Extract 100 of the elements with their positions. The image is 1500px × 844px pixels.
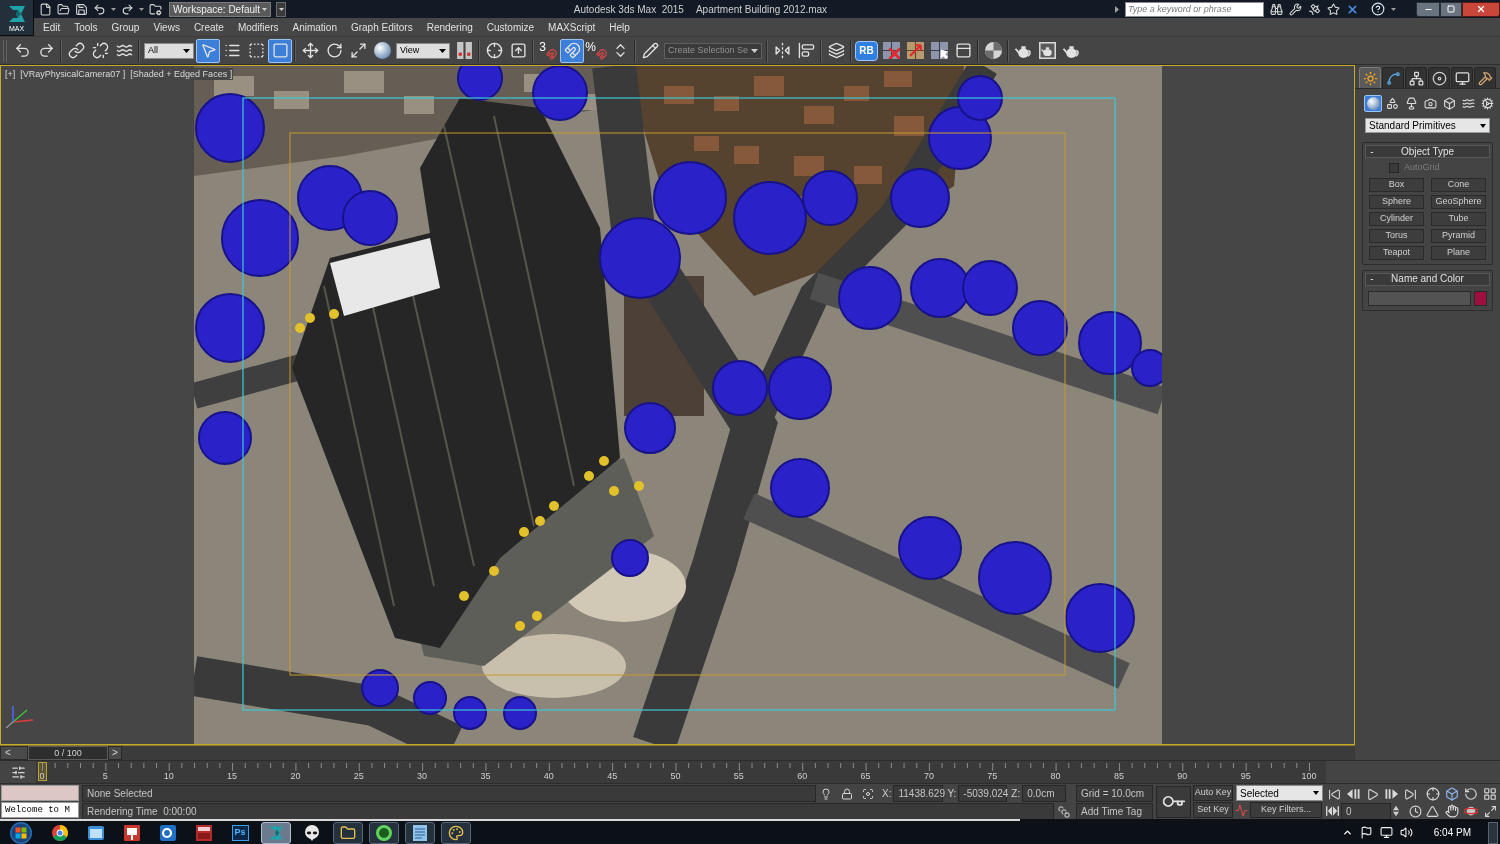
object-type-button[interactable]: Plane <box>1431 245 1486 260</box>
panel-tab[interactable] <box>1428 67 1450 88</box>
crosshair-icon[interactable] <box>1425 787 1440 801</box>
coordinate-field[interactable]: -5039.024 <box>958 785 1008 802</box>
previous-frame-button[interactable]: < <box>0 746 28 760</box>
menu-item[interactable]: Customize <box>486 19 535 35</box>
panel-tab[interactable] <box>1474 67 1496 88</box>
menu-item[interactable]: Graph Editors <box>350 19 413 35</box>
cube-icon[interactable] <box>1444 787 1459 801</box>
focus-frame-icon[interactable] <box>861 787 874 800</box>
menu-item[interactable]: Animation <box>292 19 337 35</box>
undo-icon[interactable] <box>93 2 106 16</box>
orbit-sphere-icon[interactable] <box>1464 804 1479 818</box>
viewport-label[interactable]: [Shaded + Edged Faces ] <box>129 68 234 80</box>
maximize-button[interactable] <box>1440 1 1462 17</box>
wrench-icon[interactable] <box>1289 2 1302 16</box>
folder-open-icon[interactable] <box>57 2 70 16</box>
grid-icon[interactable] <box>1483 787 1498 801</box>
x-icon[interactable] <box>1346 2 1359 16</box>
toolbar-button[interactable] <box>196 38 220 63</box>
rollout-header[interactable]: - Object Type <box>1365 145 1490 158</box>
category-button[interactable] <box>1478 95 1496 112</box>
set-key-button[interactable] <box>1155 785 1191 818</box>
auto-key-button[interactable]: Auto Key <box>1193 785 1233 801</box>
flag-icon[interactable] <box>1359 826 1373 839</box>
panel-tab[interactable] <box>1451 67 1473 88</box>
satellite-icon[interactable] <box>1308 2 1321 16</box>
sliders-icon[interactable] <box>10 764 26 780</box>
spinner-icon[interactable] <box>1393 805 1399 817</box>
menu-item[interactable]: Modifiers <box>237 19 279 35</box>
ring-tile-icon[interactable] <box>160 824 176 841</box>
start-orb-icon[interactable] <box>10 821 32 844</box>
object-type-button[interactable]: Teapot <box>1369 245 1424 260</box>
taskbar-button[interactable] <box>333 821 363 844</box>
key-filters-button[interactable]: Key Filters... <box>1250 802 1322 818</box>
viewport-label[interactable]: [+] <box>4 68 17 80</box>
clock-icon[interactable] <box>1409 804 1422 818</box>
current-frame-marker[interactable] <box>37 762 47 781</box>
triangle-icon[interactable] <box>1425 804 1439 818</box>
time-slider-track[interactable]: < 0 / 100 > <box>0 745 1355 760</box>
window-icon[interactable] <box>88 824 104 841</box>
menu-item[interactable]: Rendering <box>426 19 473 35</box>
binoculars-icon[interactable] <box>1270 2 1283 16</box>
orbit-arrow-icon[interactable] <box>1464 787 1479 801</box>
taskbar-button[interactable] <box>441 821 471 844</box>
book-icon[interactable] <box>196 824 212 841</box>
viewport[interactable]: [+] [VRayPhysicalCamera07 ] [Shaded + Edged Faces ] <box>0 65 1355 745</box>
next-frame-button[interactable]: > <box>108 746 122 760</box>
toolbar-button[interactable] <box>268 38 292 63</box>
round-logo-icon[interactable] <box>52 824 68 841</box>
key-mode-icon[interactable] <box>1326 806 1339 816</box>
object-type-button[interactable]: Tube <box>1431 211 1486 226</box>
object-type-button[interactable]: Cone <box>1431 177 1486 192</box>
snap-toggle-button[interactable]: % <box>584 38 608 63</box>
coordinate-field[interactable]: 11438.629 <box>893 785 944 802</box>
quick-access-menu-button[interactable] <box>276 1 286 17</box>
new-file-icon[interactable] <box>39 2 52 16</box>
redo-icon[interactable] <box>121 2 134 16</box>
toolbar-dropdown[interactable]: All <box>144 42 194 59</box>
rollout-toggle[interactable]: - <box>1366 274 1378 284</box>
taskbar-button[interactable] <box>261 821 291 844</box>
lightbulb-icon[interactable] <box>820 787 833 800</box>
current-frame-field[interactable]: 0 <box>1341 802 1391 820</box>
object-type-button[interactable]: Box <box>1369 177 1424 192</box>
rollout-header[interactable]: - Name and Color <box>1365 272 1490 286</box>
play-icon[interactable] <box>1366 787 1379 801</box>
taskbar-button[interactable] <box>405 821 435 844</box>
menu-item[interactable]: Create <box>193 19 224 35</box>
viewport-label[interactable]: [VRayPhysicalCamera07 ] <box>19 68 127 80</box>
menu-item[interactable]: Edit <box>43 19 61 35</box>
track-bar[interactable]: 0 5 10 15 20 25 30 35 40 45 50 55 60 65 70 75 80 85 90 95 100 <box>36 761 1326 783</box>
object-type-button[interactable]: Sphere <box>1369 194 1424 209</box>
hand-icon[interactable] <box>1444 804 1459 818</box>
slides-icon[interactable] <box>124 824 140 841</box>
toolbar-dropdown[interactable]: View <box>396 42 450 59</box>
object-type-button[interactable]: Torus <box>1369 228 1424 243</box>
key-filter-dropdown[interactable]: Selected <box>1236 785 1323 801</box>
app-tile[interactable]: Ps <box>231 824 249 841</box>
close-button[interactable] <box>1462 1 1500 17</box>
menu-item[interactable]: Help <box>609 19 630 35</box>
menu-item[interactable]: Views <box>153 19 180 35</box>
time-slider-thumb[interactable]: 0 / 100 <box>28 746 108 760</box>
taskbar-button[interactable] <box>369 821 399 844</box>
next-frame-icon[interactable] <box>1385 789 1398 799</box>
skip-to-start-icon[interactable] <box>1328 787 1341 801</box>
object-type-button[interactable]: Cylinder <box>1369 211 1424 226</box>
minimize-button[interactable] <box>1416 1 1440 17</box>
alien-head-icon[interactable] <box>304 824 320 841</box>
category-dropdown[interactable]: Standard Primitives <box>1365 118 1490 133</box>
menu-item[interactable]: Group <box>111 19 140 35</box>
workspace-dropdown[interactable]: Workspace: Default <box>169 1 271 17</box>
coordinate-field[interactable]: 0.0cm <box>1022 785 1067 802</box>
panel-tab[interactable] <box>1405 67 1427 88</box>
object-type-button[interactable]: GeoSphere <box>1431 194 1486 209</box>
rollout-toggle[interactable]: - <box>1366 146 1378 157</box>
skip-to-end-icon[interactable] <box>1404 787 1417 801</box>
object-name-field[interactable] <box>1368 290 1471 306</box>
volume-icon[interactable] <box>1399 826 1413 839</box>
snap-toggle-button[interactable]: 3 <box>536 38 560 63</box>
star-icon[interactable] <box>1327 2 1340 16</box>
